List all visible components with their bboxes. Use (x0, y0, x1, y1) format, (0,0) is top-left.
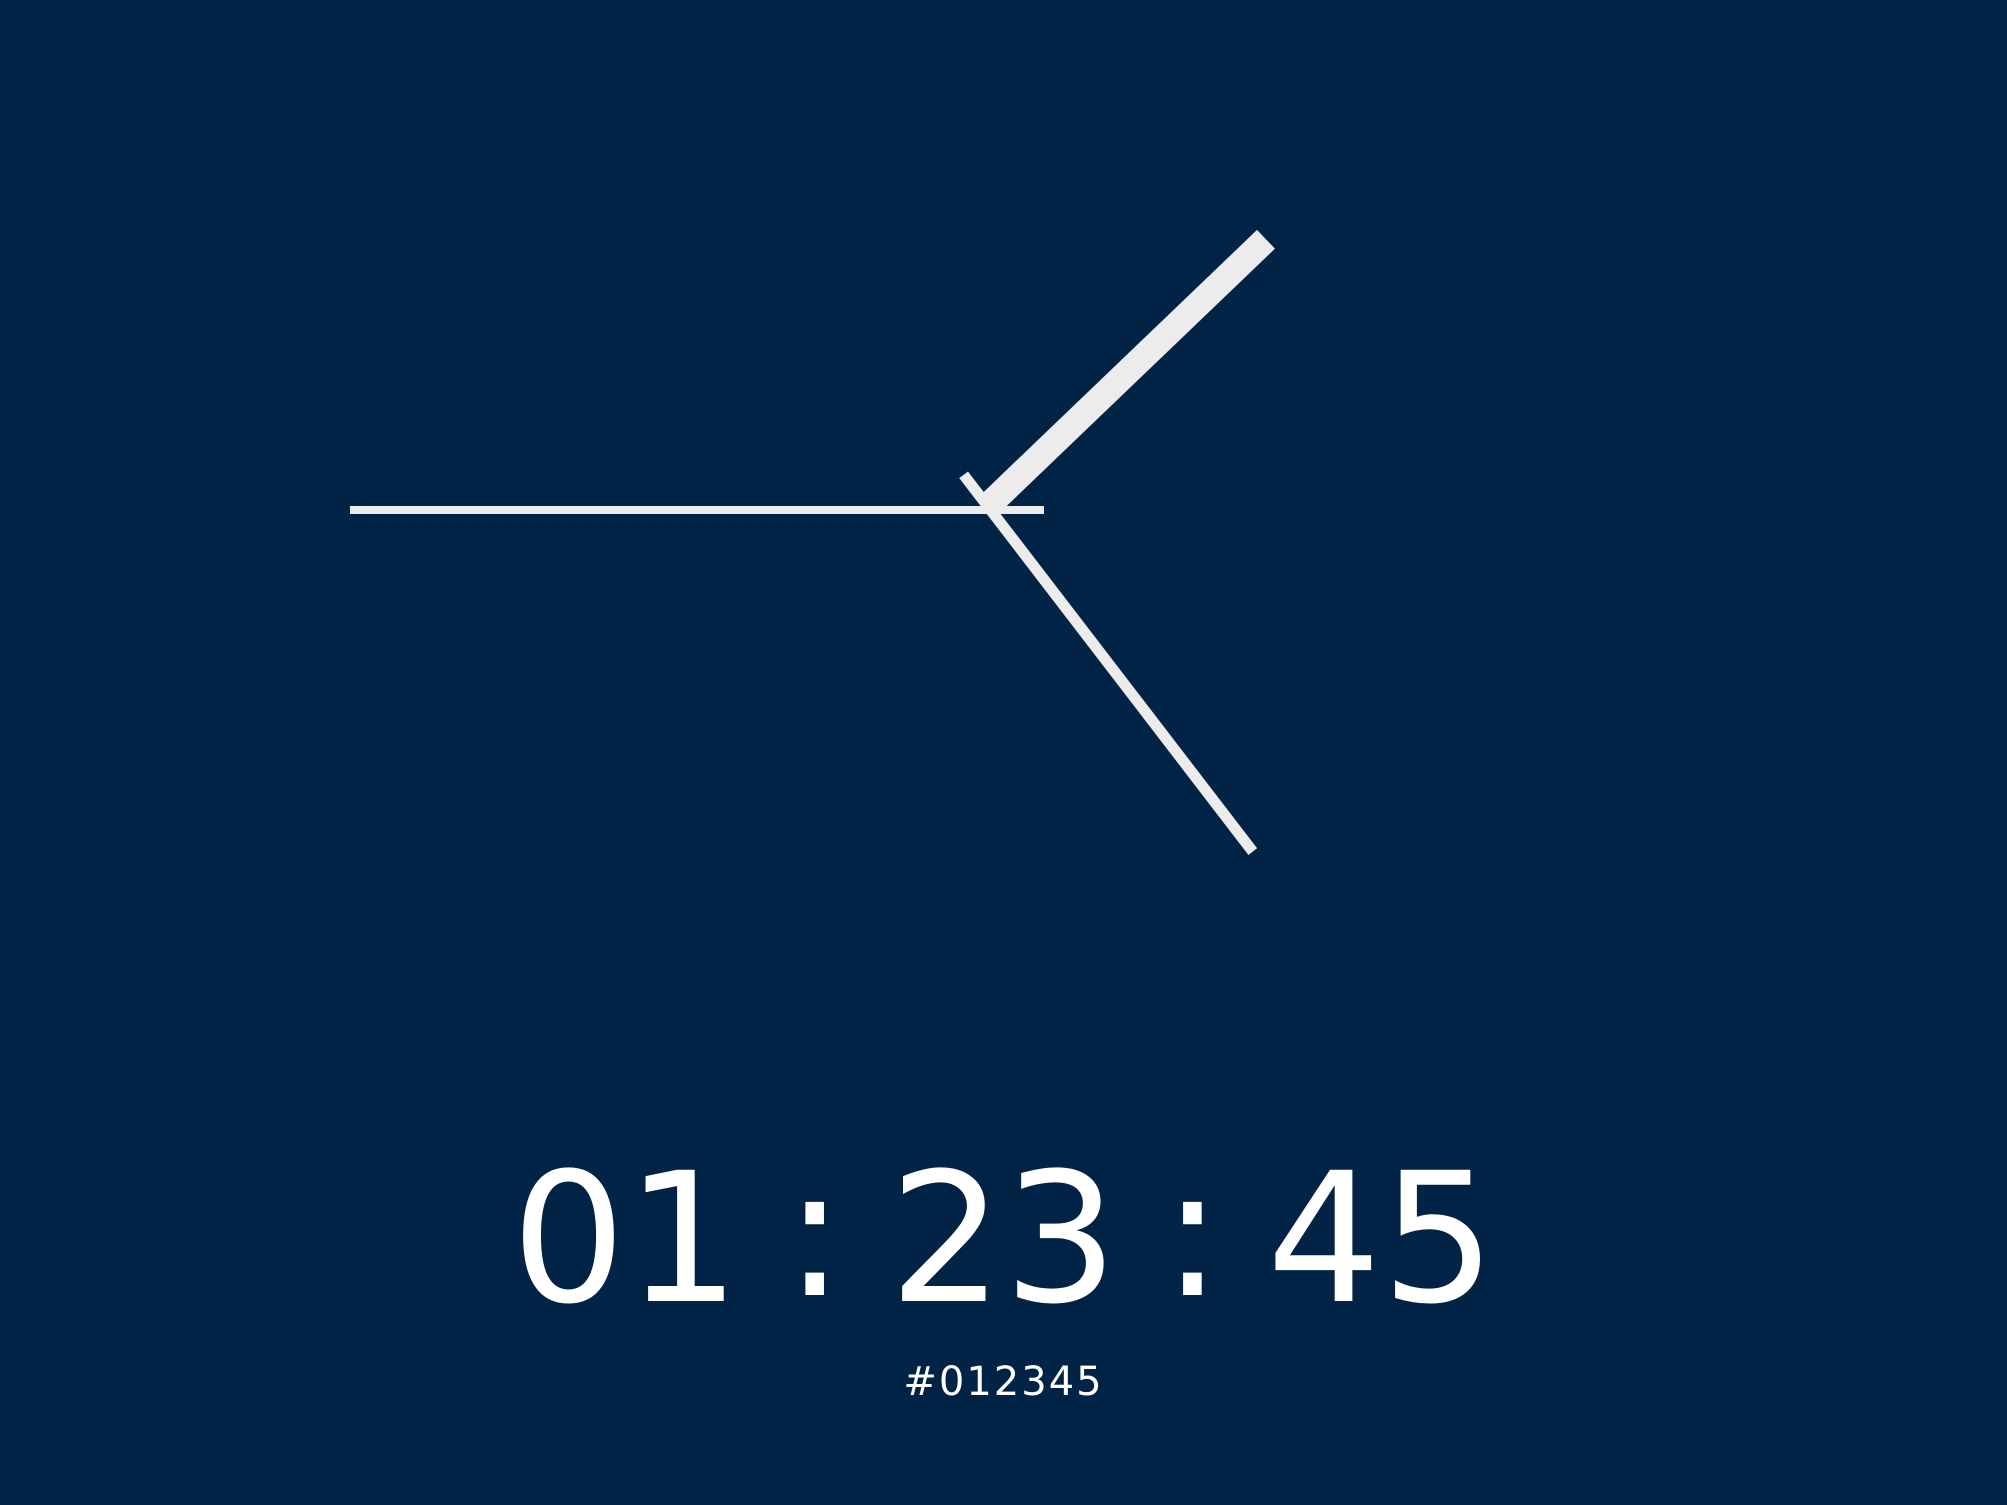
minutes-value: 23 (888, 1135, 1119, 1344)
hour-hand (982, 229, 1275, 513)
minute-hand (986, 506, 1258, 855)
second-hand (350, 506, 1044, 514)
time-separator: : (784, 1129, 845, 1338)
time-separator: : (1162, 1129, 1223, 1338)
hex-color-label: #012345 (903, 1359, 1104, 1405)
hours-value: 01 (511, 1135, 741, 1344)
digital-time: 01:23:45 (0, 1135, 2007, 1344)
seconds-value: 45 (1266, 1135, 1496, 1344)
